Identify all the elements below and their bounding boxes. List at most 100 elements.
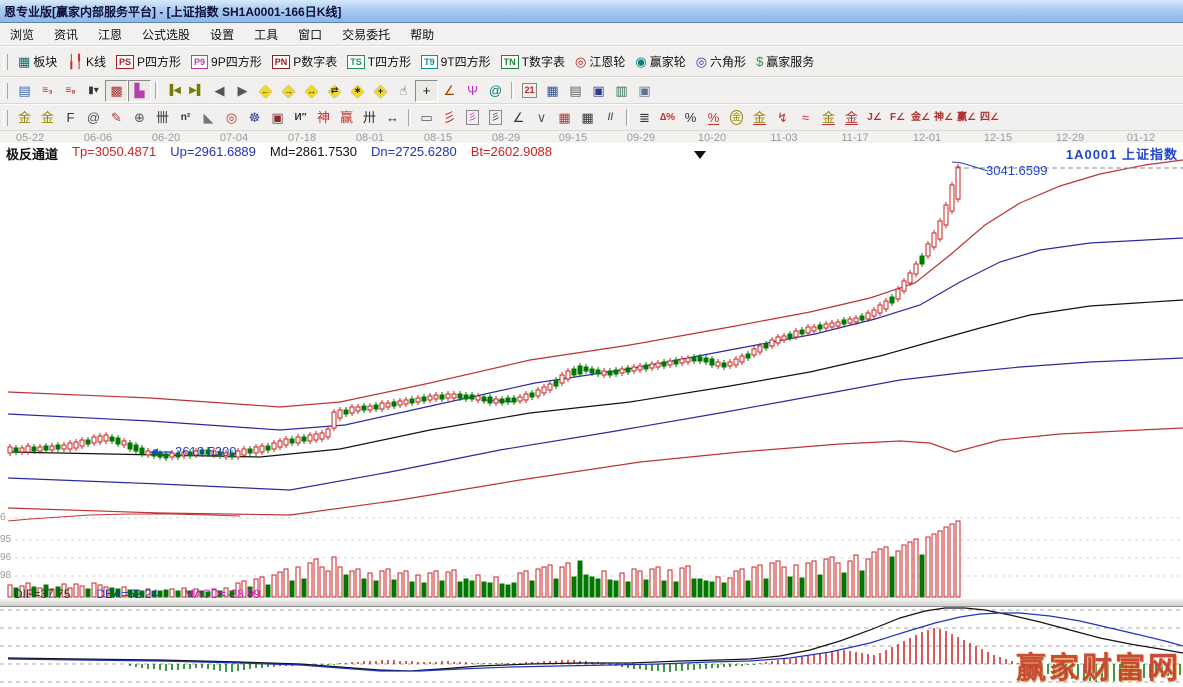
menu-item-窗口[interactable]: 窗口 — [288, 24, 332, 45]
bars-9-icon[interactable]: ≡₉ — [59, 80, 82, 102]
gold-line-icon[interactable]: 金 — [748, 107, 771, 129]
brush-icon[interactable]: ✎ — [105, 107, 128, 129]
wheel-cross-icon[interactable]: ⊕ — [128, 107, 151, 129]
wave-icon[interactable]: ≈ — [794, 107, 817, 129]
pitchfork-icon[interactable]: Ψ — [461, 80, 484, 102]
set-square-icon: ◣ — [204, 111, 214, 124]
toolbar-drag-handle[interactable] — [3, 83, 8, 99]
ying-icon[interactable]: 赢 — [335, 107, 358, 129]
candle-period-icon[interactable]: ▮▾ — [82, 80, 105, 102]
winner-wheel-icon[interactable]: ◉赢家轮 — [630, 50, 690, 74]
starburst-icon[interactable]: ☸ — [243, 107, 266, 129]
shen-icon[interactable]: 神 — [312, 107, 335, 129]
si-angle-icon[interactable]: 四∠ — [978, 107, 1001, 129]
diamond-arrow-glyph: ← — [261, 86, 270, 96]
layout-icon[interactable]: ▤ — [13, 80, 36, 102]
fan-box-icon[interactable]: 彡 — [461, 107, 484, 129]
bars-3-icon[interactable]: ≡₃ — [36, 80, 59, 102]
export-image-icon[interactable]: ▥ — [610, 80, 633, 102]
menu-item-江恩[interactable]: 江恩 — [88, 24, 132, 45]
diamond-left-icon[interactable]: ◆← — [254, 80, 277, 102]
workstation-icon[interactable]: ▣ — [633, 80, 656, 102]
winner-service-icon[interactable]: $赢家服务 — [751, 50, 819, 74]
menu-item-工具[interactable]: 工具 — [244, 24, 288, 45]
gold-grid-icon[interactable]: 金 — [13, 107, 36, 129]
ruler-123-icon[interactable]: 卅 — [358, 107, 381, 129]
calculator-icon[interactable]: ▦ — [541, 80, 564, 102]
last-page-icon[interactable]: ▶▌ — [185, 80, 208, 102]
histogram-icon[interactable]: ▙ — [128, 80, 151, 102]
p-digit-icon[interactable]: PNP数字表 — [267, 50, 343, 74]
fan-lines-icon[interactable]: 彡 — [438, 107, 461, 129]
pct-line-icon[interactable]: % — [702, 107, 725, 129]
scale-icon[interactable]: ≣ — [633, 107, 656, 129]
menu-item-资讯[interactable]: 资讯 — [44, 24, 88, 45]
spiral-tool-icon[interactable]: @ — [82, 107, 105, 129]
set-square-icon[interactable]: ◣ — [197, 107, 220, 129]
winner-service-icon: $ — [756, 55, 763, 68]
target-icon[interactable]: ◎ — [220, 107, 243, 129]
star-box-icon[interactable]: ▣ — [266, 107, 289, 129]
9p-square-icon[interactable]: P99P四方形 — [186, 50, 267, 74]
grid-arrow-icon[interactable]: ▦ — [576, 107, 599, 129]
9t-square-icon[interactable]: T99T四方形 — [416, 50, 496, 74]
diamond-move-icon[interactable]: ◆+ — [369, 80, 392, 102]
diamond-expand-icon[interactable]: ◆↔ — [300, 80, 323, 102]
diamond-right-icon[interactable]: ◆→ — [277, 80, 300, 102]
toolbar-drag-handle[interactable] — [3, 54, 8, 70]
angle-tool-icon[interactable]: ∠ — [438, 80, 461, 102]
angle-lines-icon[interactable]: ∠ — [507, 107, 530, 129]
gold-circle-icon[interactable]: 金 — [725, 107, 748, 129]
shen-angle-icon[interactable]: 神∠ — [932, 107, 955, 129]
spiral-icon[interactable]: @ — [484, 80, 507, 102]
j-angle-icon[interactable]: J∠ — [863, 107, 886, 129]
rect-tool-icon[interactable]: ▭ — [415, 107, 438, 129]
menu-item-交易委托[interactable]: 交易委托 — [332, 24, 400, 45]
next-icon[interactable]: ▶ — [231, 80, 254, 102]
crosshair-icon[interactable]: + — [415, 80, 438, 102]
prev-icon[interactable]: ◀ — [208, 80, 231, 102]
hand-icon[interactable]: ☝ — [392, 80, 415, 102]
f-angle-icon[interactable]: F∠ — [886, 107, 909, 129]
menu-item-设置[interactable]: 设置 — [200, 24, 244, 45]
slash-lines-icon[interactable]: // — [599, 107, 622, 129]
gold-underline2-icon[interactable]: 金 — [840, 107, 863, 129]
grid-red-icon[interactable]: ▦ — [553, 107, 576, 129]
first-page-icon[interactable]: ▐◀ — [162, 80, 185, 102]
ink-pen-icon[interactable]: ↯ — [771, 107, 794, 129]
p-square-icon[interactable]: PSP四方形 — [111, 50, 186, 74]
pattern-icon[interactable]: ▩ — [105, 80, 128, 102]
diamond-star-icon[interactable]: ◆∗ — [346, 80, 369, 102]
notebook-icon[interactable]: ▤ — [564, 80, 587, 102]
f-ruler-icon[interactable]: F — [59, 107, 82, 129]
gold-angle-icon[interactable]: 金∠ — [909, 107, 932, 129]
menu-item-浏览[interactable]: 浏览 — [0, 24, 44, 45]
comb-ruler-icon[interactable]: 卌 — [151, 107, 174, 129]
gann-wheel-icon[interactable]: ◎江恩轮 — [570, 50, 630, 74]
gold-grid2-icon[interactable]: 金 — [36, 107, 59, 129]
percent-icon[interactable]: % — [679, 107, 702, 129]
n-square-icon[interactable]: n² — [174, 107, 197, 129]
v-lines-icon[interactable]: ∨ — [530, 107, 553, 129]
t-square-icon[interactable]: TST四方形 — [342, 50, 416, 74]
save-icon[interactable]: ▣ — [587, 80, 610, 102]
gold-underline-icon[interactable]: 金 — [817, 107, 840, 129]
pane-splitter[interactable] — [0, 598, 1183, 607]
span-arrows-icon[interactable]: ↔ — [381, 107, 404, 129]
calendar-icon[interactable]: 21 — [518, 80, 541, 102]
diamond-swap-icon[interactable]: ◆⇄ — [323, 80, 346, 102]
pct-triangle-icon[interactable]: ∆% — [656, 107, 679, 129]
chart-area[interactable]: 极反通道 Tp=3050.4871Up=2961.6889Md=2861.753… — [0, 143, 1183, 686]
hexagon-icon[interactable]: ◎六角形 — [691, 50, 751, 74]
menu-item-帮助[interactable]: 帮助 — [400, 24, 444, 45]
menu-item-公式选股[interactable]: 公式选股 — [132, 24, 200, 45]
sector-icon[interactable]: ▦板块 — [13, 50, 62, 74]
toolbar-drag-handle[interactable] — [3, 110, 8, 126]
spiral-tool-icon: @ — [87, 111, 100, 124]
k-marks-icon[interactable]: И″ — [289, 107, 312, 129]
t-digit-icon[interactable]: TNT数字表 — [496, 50, 570, 74]
fan-box2-icon[interactable]: 彡 — [484, 107, 507, 129]
kline-icon[interactable]: ╽╿K线 — [62, 50, 111, 74]
star-box-icon: ▣ — [271, 111, 283, 124]
ying-angle-icon[interactable]: 赢∠ — [955, 107, 978, 129]
